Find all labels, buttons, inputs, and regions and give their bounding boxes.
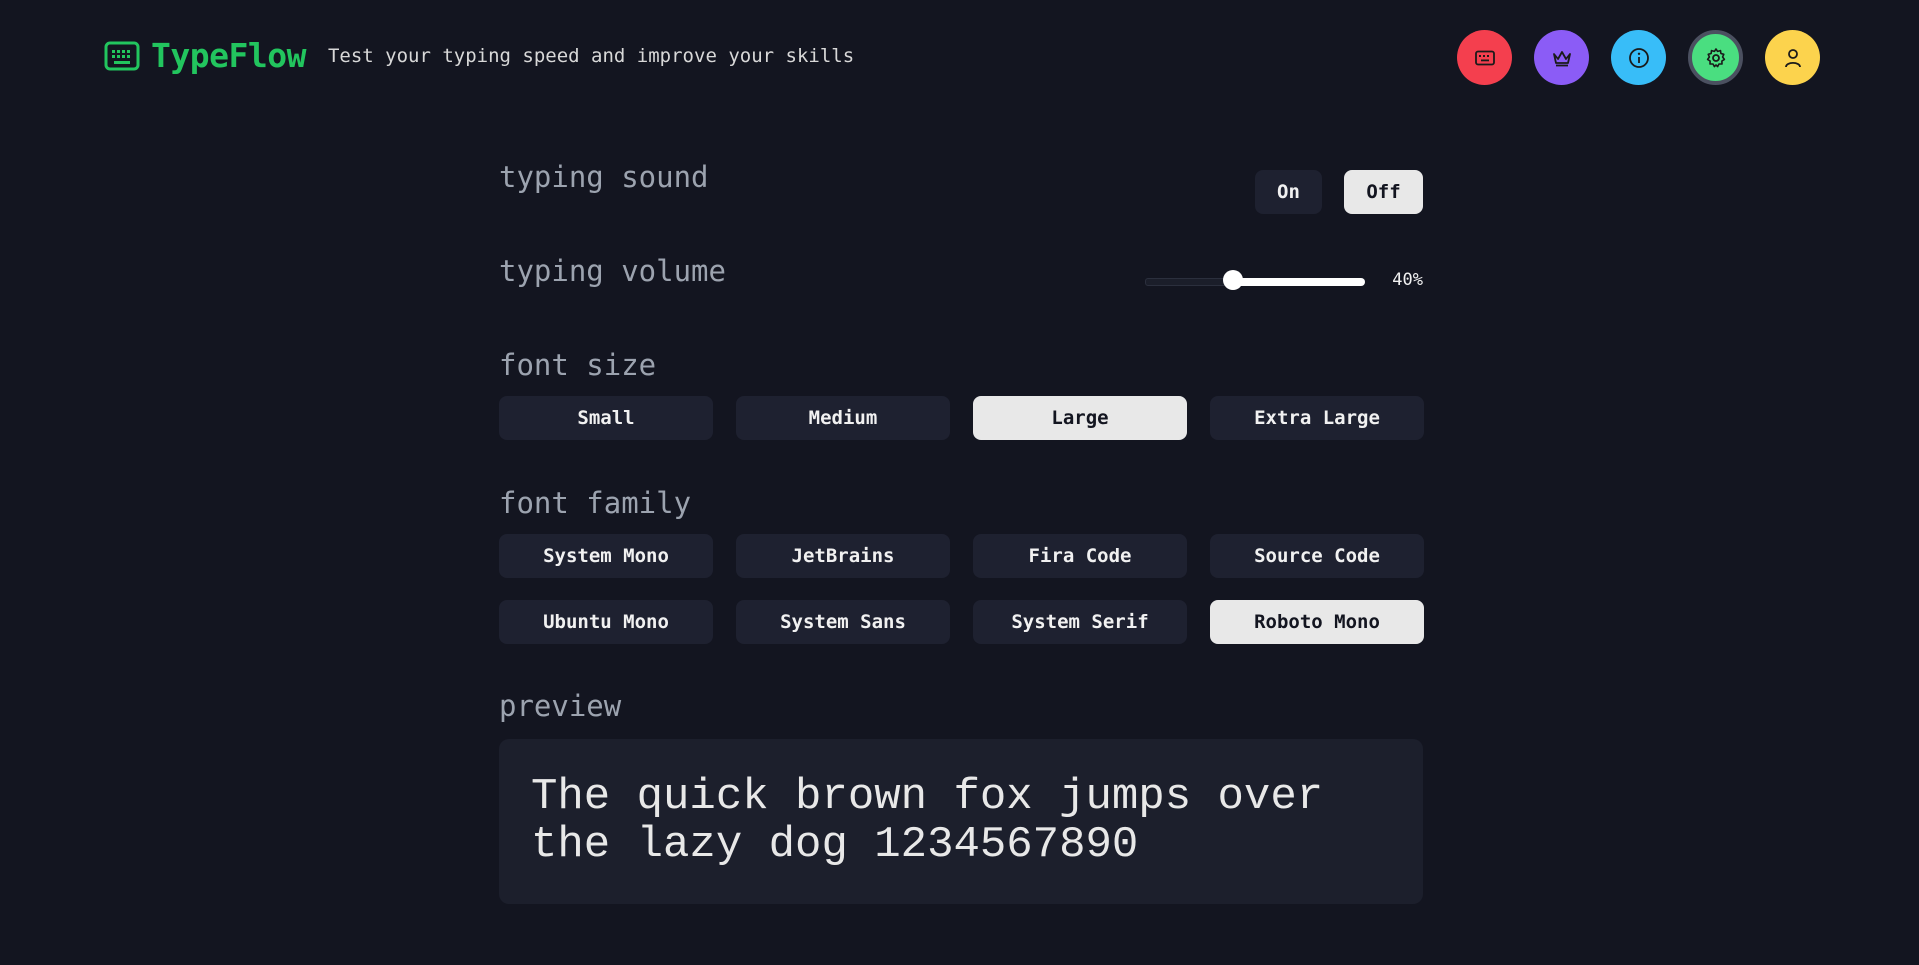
keyboard-icon xyxy=(1474,50,1495,66)
font-system-mono-button[interactable]: System Mono xyxy=(499,534,713,578)
font-system-sans-button[interactable]: System Sans xyxy=(736,600,950,644)
preview-row: preview The quick brown fox jumps over t… xyxy=(499,689,1423,904)
font-family-label: font family xyxy=(499,486,692,520)
font-family-row: font family System Mono JetBrains Fira C… xyxy=(499,486,1424,644)
nav-settings-button[interactable] xyxy=(1688,30,1743,85)
font-size-medium-button[interactable]: Medium xyxy=(736,396,950,440)
volume-control: 40% xyxy=(1145,270,1423,290)
font-size-small-button[interactable]: Small xyxy=(499,396,713,440)
font-size-row: font size Small Medium Large Extra Large xyxy=(499,348,1424,440)
nav-typing-test-button[interactable] xyxy=(1457,30,1512,85)
gear-icon xyxy=(1705,47,1727,69)
preview-text: The quick brown fox jumps over the lazy … xyxy=(531,772,1324,870)
nav-about-button[interactable] xyxy=(1611,30,1666,85)
sound-off-button[interactable]: Off xyxy=(1344,170,1423,214)
info-icon xyxy=(1628,47,1650,69)
font-system-serif-button[interactable]: System Serif xyxy=(973,600,1187,644)
font-roboto-mono-button[interactable]: Roboto Mono xyxy=(1210,600,1424,644)
font-size-large-button[interactable]: Large xyxy=(973,396,1187,440)
user-icon xyxy=(1783,47,1803,69)
app-tagline: Test your typing speed and improve your … xyxy=(327,44,855,67)
volume-value: 40% xyxy=(1392,270,1423,290)
font-size-label: font size xyxy=(499,348,657,382)
sound-on-button[interactable]: On xyxy=(1255,170,1322,214)
nav-leaderboard-button[interactable] xyxy=(1534,30,1589,85)
nav-profile-button[interactable] xyxy=(1765,30,1820,85)
volume-slider[interactable] xyxy=(1145,270,1365,290)
volume-slider-fill xyxy=(1233,278,1365,286)
preview-label: preview xyxy=(499,689,622,723)
font-fira-code-button[interactable]: Fira Code xyxy=(973,534,1187,578)
font-source-code-button[interactable]: Source Code xyxy=(1210,534,1424,578)
typing-sound-toggle: On Off xyxy=(1255,170,1423,214)
font-jetbrains-button[interactable]: JetBrains xyxy=(736,534,950,578)
font-size-options: Small Medium Large Extra Large xyxy=(499,396,1424,440)
typing-sound-row: typing sound On Off xyxy=(499,160,1423,214)
font-size-extra-large-button[interactable]: Extra Large xyxy=(1210,396,1424,440)
app-title: TypeFlow xyxy=(151,36,306,75)
app-header: TypeFlow Test your typing speed and impr… xyxy=(0,0,1919,116)
typing-volume-row: typing volume 40% xyxy=(499,254,1423,290)
font-ubuntu-mono-button[interactable]: Ubuntu Mono xyxy=(499,600,713,644)
keyboard-icon xyxy=(103,40,141,72)
font-family-options: System Mono JetBrains Fira Code Source C… xyxy=(499,534,1424,644)
crown-icon xyxy=(1551,49,1573,67)
volume-slider-thumb[interactable] xyxy=(1223,270,1243,290)
top-nav xyxy=(1457,30,1820,85)
brand[interactable]: TypeFlow Test your typing speed and impr… xyxy=(103,36,854,75)
preview-box: The quick brown fox jumps over the lazy … xyxy=(499,739,1423,904)
